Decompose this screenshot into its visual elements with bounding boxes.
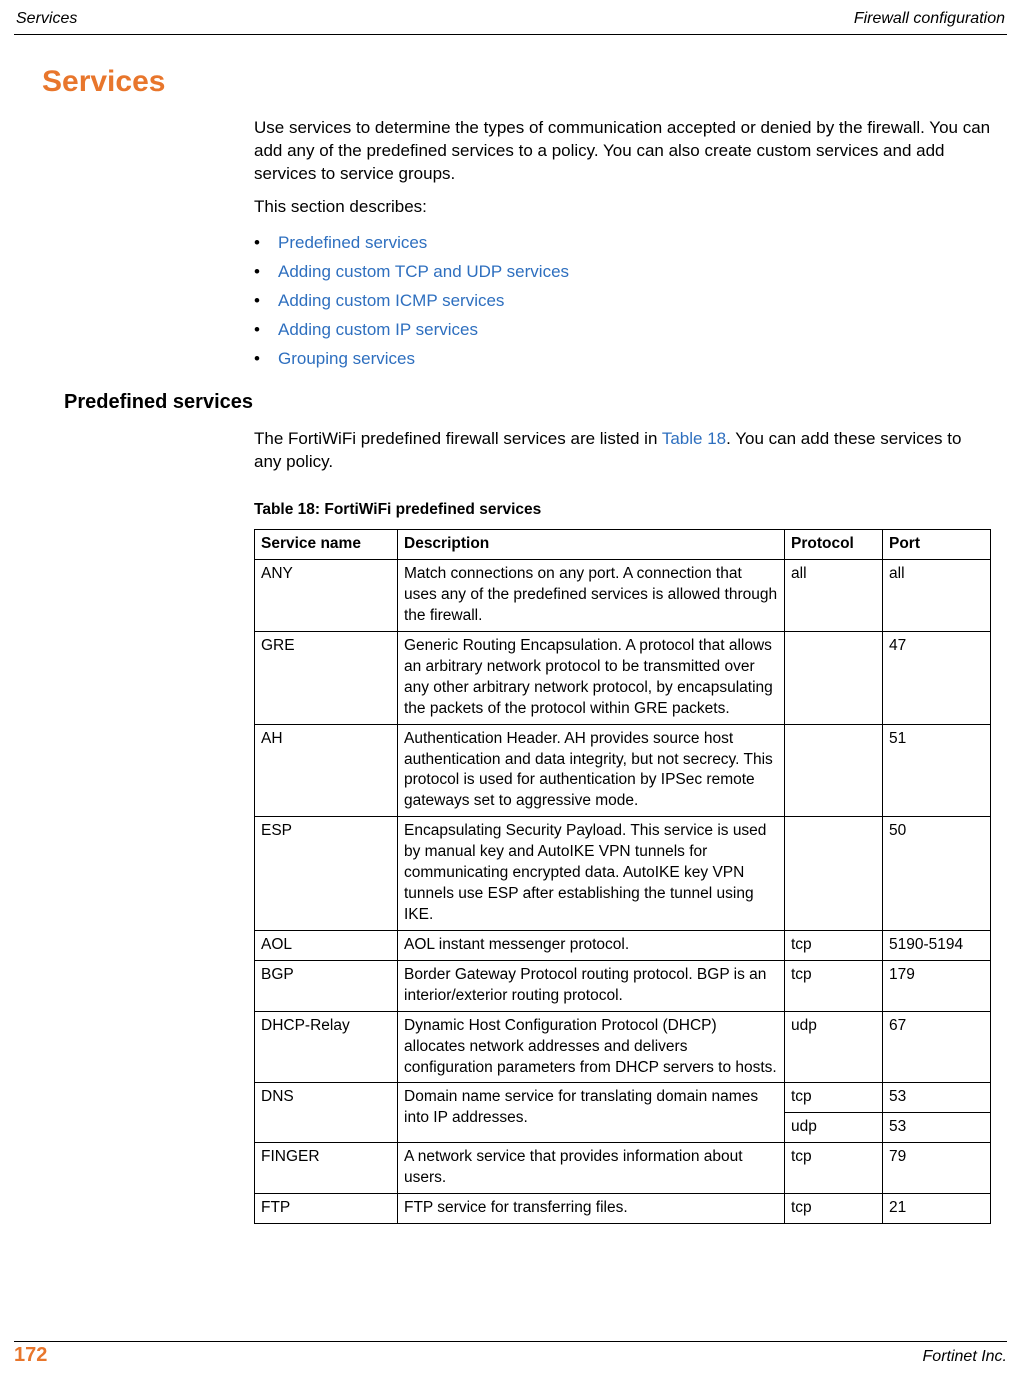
- toc-link-ip[interactable]: Adding custom IP services: [278, 320, 478, 339]
- cell-name: ANY: [255, 560, 398, 632]
- top-rule: [14, 34, 1007, 35]
- cell-desc: A network service that provides informat…: [398, 1143, 785, 1194]
- table-row: AOL AOL instant messenger protocol. tcp …: [255, 930, 991, 960]
- cell-name: FTP: [255, 1194, 398, 1224]
- running-head-right: Firewall configuration: [854, 10, 1005, 28]
- cell-port: 53: [883, 1113, 991, 1143]
- cell-name: FINGER: [255, 1143, 398, 1194]
- th-protocol: Protocol: [785, 530, 883, 560]
- subsection-title: Predefined services: [64, 391, 1007, 414]
- cell-port: 51: [883, 724, 991, 817]
- cell-port: 5190-5194: [883, 930, 991, 960]
- cell-port: 47: [883, 631, 991, 724]
- toc-link-tcp-udp[interactable]: Adding custom TCP and UDP services: [278, 262, 569, 281]
- cell-desc: Match connections on any port. A connect…: [398, 560, 785, 632]
- cell-desc: Domain name service for translating doma…: [398, 1083, 785, 1143]
- cell-proto: udp: [785, 1113, 883, 1143]
- running-head-left: Services: [16, 10, 77, 28]
- cell-proto: [785, 631, 883, 724]
- cell-desc: Authentication Header. AH provides sourc…: [398, 724, 785, 817]
- cell-desc: Encapsulating Security Payload. This ser…: [398, 817, 785, 931]
- toc-link-predefined[interactable]: Predefined services: [278, 233, 427, 252]
- cell-desc: AOL instant messenger protocol.: [398, 930, 785, 960]
- cell-name: AH: [255, 724, 398, 817]
- cell-name: ESP: [255, 817, 398, 931]
- table-row: AH Authentication Header. AH provides so…: [255, 724, 991, 817]
- cell-name: GRE: [255, 631, 398, 724]
- cell-desc: Border Gateway Protocol routing protocol…: [398, 960, 785, 1011]
- cell-port: 21: [883, 1194, 991, 1224]
- cell-proto: tcp: [785, 960, 883, 1011]
- cell-desc: Generic Routing Encapsulation. A protoco…: [398, 631, 785, 724]
- table-row: GRE Generic Routing Encapsulation. A pro…: [255, 631, 991, 724]
- section-title: Services: [42, 65, 1007, 99]
- th-description: Description: [398, 530, 785, 560]
- page-number: 172: [14, 1344, 47, 1367]
- intro-paragraph-1: Use services to determine the types of c…: [254, 117, 991, 186]
- cell-desc: Dynamic Host Configuration Protocol (DHC…: [398, 1011, 785, 1083]
- predefined-services-table: Service name Description Protocol Port A…: [254, 529, 991, 1224]
- table-row: DNS Domain name service for translating …: [255, 1083, 991, 1113]
- cell-port: 179: [883, 960, 991, 1011]
- cell-port: 53: [883, 1083, 991, 1113]
- cell-proto: tcp: [785, 1083, 883, 1113]
- cell-name: BGP: [255, 960, 398, 1011]
- th-port: Port: [883, 530, 991, 560]
- cell-proto: tcp: [785, 1194, 883, 1224]
- cell-name: AOL: [255, 930, 398, 960]
- subsection-paragraph: The FortiWiFi predefined firewall servic…: [254, 428, 991, 474]
- table-row: FINGER A network service that provides i…: [255, 1143, 991, 1194]
- table-row: ESP Encapsulating Security Payload. This…: [255, 817, 991, 931]
- toc-list: Predefined services Adding custom TCP an…: [254, 229, 991, 374]
- cell-port: 50: [883, 817, 991, 931]
- page-footer: 172 Fortinet Inc.: [0, 1341, 1021, 1367]
- table-row: ANY Match connections on any port. A con…: [255, 560, 991, 632]
- subsection-text-pre: The FortiWiFi predefined firewall servic…: [254, 429, 662, 448]
- table-row: BGP Border Gateway Protocol routing prot…: [255, 960, 991, 1011]
- intro-paragraph-2: This section describes:: [254, 196, 991, 219]
- table-ref-link[interactable]: Table 18: [662, 429, 726, 448]
- table-caption: Table 18: FortiWiFi predefined services: [254, 500, 991, 521]
- cell-proto: tcp: [785, 1143, 883, 1194]
- th-service-name: Service name: [255, 530, 398, 560]
- table-row: DHCP-Relay Dynamic Host Configuration Pr…: [255, 1011, 991, 1083]
- footer-company: Fortinet Inc.: [923, 1348, 1007, 1366]
- cell-proto: [785, 817, 883, 931]
- cell-proto: tcp: [785, 930, 883, 960]
- cell-name: DHCP-Relay: [255, 1011, 398, 1083]
- cell-proto: [785, 724, 883, 817]
- toc-link-grouping[interactable]: Grouping services: [278, 349, 415, 368]
- table-row: FTP FTP service for transferring files. …: [255, 1194, 991, 1224]
- table-header-row: Service name Description Protocol Port: [255, 530, 991, 560]
- cell-port: 67: [883, 1011, 991, 1083]
- cell-proto: udp: [785, 1011, 883, 1083]
- cell-proto: all: [785, 560, 883, 632]
- toc-link-icmp[interactable]: Adding custom ICMP services: [278, 291, 504, 310]
- cell-port: 79: [883, 1143, 991, 1194]
- cell-name: DNS: [255, 1083, 398, 1143]
- cell-port: all: [883, 560, 991, 632]
- cell-desc: FTP service for transferring files.: [398, 1194, 785, 1224]
